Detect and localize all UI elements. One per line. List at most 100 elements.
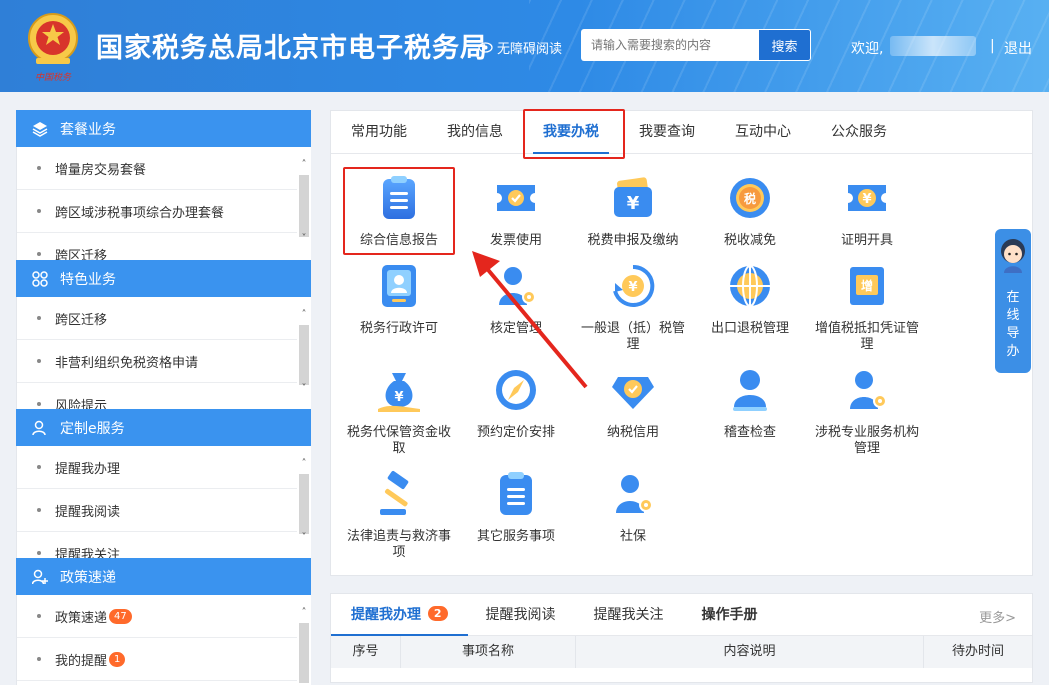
- service-professional-agency[interactable]: 涉税专业服务机构管理: [812, 365, 922, 457]
- tab-public-service[interactable]: 公众服务: [831, 111, 887, 153]
- scroll-down-icon[interactable]: ˅: [297, 233, 311, 245]
- section-title: 套餐业务: [60, 121, 116, 138]
- sidebar-section-custom-service[interactable]: 定制e服务: [16, 409, 311, 446]
- reminder-tabs: 提醒我办理 2 提醒我阅读 提醒我关注 操作手册 更多>: [331, 594, 1032, 636]
- logout-link[interactable]: 退出: [1004, 38, 1032, 58]
- service-general-refund[interactable]: ¥ 一般退（抵）税管理: [578, 261, 688, 353]
- service-advance-pricing[interactable]: 预约定价安排: [461, 365, 571, 441]
- more-link[interactable]: 更多>: [979, 607, 1016, 626]
- tab-query[interactable]: 我要查询: [639, 111, 695, 153]
- sidebar-item[interactable]: 非营利组织免税资格申请: [17, 340, 311, 383]
- svg-text:¥: ¥: [628, 280, 637, 295]
- service-other[interactable]: 其它服务事项: [461, 469, 571, 545]
- service-invoice-use[interactable]: 发票使用: [461, 173, 571, 249]
- sidebar-item[interactable]: 跨区迁移: [17, 233, 311, 260]
- service-legal-remedy[interactable]: 法律追责与救济事项: [344, 469, 454, 561]
- scrollbar-thumb[interactable]: [299, 623, 309, 683]
- sidebar-item[interactable]: 提醒我关注: [17, 532, 311, 558]
- sidebar-list-policy: 政策速递 47 我的提醒 1 ˄: [16, 595, 311, 685]
- yuan-wallet-icon: ¥: [614, 177, 652, 217]
- user-plus-icon: [32, 569, 48, 584]
- welcome-text: 欢迎,: [851, 41, 884, 57]
- tax-emblem-logo: 中国税务: [28, 13, 78, 83]
- column-header: 待办时间: [951, 644, 1004, 659]
- service-tax-credit[interactable]: 纳税信用: [578, 365, 688, 441]
- tab-handle-tax[interactable]: 我要办税: [533, 111, 609, 154]
- column-header: 内容说明: [576, 636, 924, 668]
- search-input[interactable]: [581, 29, 758, 61]
- tab-interaction-center[interactable]: 互动中心: [735, 111, 791, 153]
- sidebar-item[interactable]: 政策速递 47: [17, 595, 311, 638]
- service-comprehensive-info-report[interactable]: 综合信息报告: [344, 173, 454, 249]
- svg-text:税: 税: [744, 191, 756, 206]
- sidebar-item[interactable]: 增量房交易套餐: [17, 147, 311, 190]
- social-security-icon: [616, 475, 653, 513]
- tab-remind-follow[interactable]: 提醒我关注: [594, 594, 664, 635]
- grid-icon: [32, 270, 48, 287]
- online-guide-button[interactable]: 在 线 导 办: [995, 229, 1031, 373]
- username-redacted: [890, 36, 976, 56]
- service-inspection[interactable]: 稽查检查: [695, 365, 805, 441]
- tab-user-manual[interactable]: 操作手册: [702, 594, 758, 635]
- refund-cycle-icon: ¥: [613, 264, 655, 307]
- section-title: 特色业务: [60, 271, 116, 288]
- sidebar-section-featured[interactable]: 特色业务: [16, 260, 311, 297]
- scrollbar-thumb[interactable]: [299, 474, 309, 534]
- service-certificate-issue[interactable]: ¥ 证明开具: [812, 173, 922, 249]
- count-badge: 2: [427, 606, 448, 621]
- scrollbar[interactable]: ˄ ˅: [297, 446, 311, 558]
- person-icon: [733, 370, 767, 411]
- compass-icon: [496, 370, 536, 410]
- sidebar-item[interactable]: 风险提示: [17, 383, 311, 409]
- service-tax-reduction[interactable]: 税 税收减免: [695, 173, 805, 249]
- scrollbar-thumb[interactable]: [299, 325, 309, 385]
- sidebar-item[interactable]: 提醒我阅读: [17, 489, 311, 532]
- accessibility-reading-link[interactable]: 无障碍阅读: [478, 38, 562, 57]
- sidebar-section-policy[interactable]: 政策速递: [16, 558, 311, 595]
- tab-common-functions[interactable]: 常用功能: [351, 111, 407, 153]
- eye-icon: [478, 42, 493, 53]
- layers-icon: [32, 121, 48, 137]
- sidebar-list-package: 增量房交易套餐 跨区域涉税事项综合办理套餐 跨区迁移 ˄ ˅: [16, 147, 311, 260]
- sidebar-item[interactable]: 跨区域涉税事项综合办理套餐: [17, 190, 311, 233]
- column-header: 事项名称: [401, 636, 576, 668]
- scroll-up-icon[interactable]: ˄: [297, 458, 311, 470]
- service-tax-declaration-payment[interactable]: ¥ 税费申报及缴纳: [578, 173, 688, 249]
- scrollbar[interactable]: ˄ ˅: [297, 297, 311, 409]
- tab-remind-handle[interactable]: 提醒我办理 2: [331, 594, 467, 636]
- search-button[interactable]: 搜索: [758, 29, 811, 61]
- main-panel: 常用功能 我的信息 我要办税 我要查询 互动中心 公众服务 综合信息报告 发票使…: [330, 109, 1033, 576]
- tax-reduction-icon: 税: [730, 178, 770, 218]
- service-export-refund[interactable]: 出口退税管理: [695, 261, 805, 337]
- sidebar-item[interactable]: 提醒我办理: [17, 446, 311, 489]
- scroll-up-icon[interactable]: ˄: [297, 309, 311, 321]
- online-guide-label: 在 线 导 办: [1006, 290, 1020, 359]
- user-gear-icon: [499, 267, 536, 305]
- svg-text:中国税务: 中国税务: [35, 72, 72, 83]
- accessibility-label: 无障碍阅读: [497, 42, 563, 57]
- scrollbar-thumb[interactable]: [299, 175, 309, 237]
- scroll-down-icon[interactable]: ˅: [297, 532, 311, 544]
- tab-remind-read[interactable]: 提醒我阅读: [486, 594, 556, 635]
- scrollbar[interactable]: ˄: [297, 595, 311, 685]
- tab-my-info[interactable]: 我的信息: [447, 111, 503, 153]
- section-title: 政策速递: [60, 569, 116, 586]
- sidebar-item[interactable]: 我的提醒 1: [17, 638, 311, 681]
- gavel-icon: [380, 470, 409, 515]
- count-badge: 1: [109, 651, 126, 667]
- section-title: 定制e服务: [60, 420, 125, 437]
- service-admin-license[interactable]: 税务行政许可: [344, 261, 454, 337]
- count-badge: 47: [109, 608, 132, 624]
- service-social-security[interactable]: 社保: [578, 469, 688, 545]
- scrollbar[interactable]: ˄ ˅: [297, 147, 311, 260]
- sidebar-item[interactable]: 跨区迁移: [17, 297, 311, 340]
- scroll-up-icon[interactable]: ˄: [297, 159, 311, 171]
- scroll-up-icon[interactable]: ˄: [297, 607, 311, 619]
- sidebar-section-package[interactable]: 套餐业务: [16, 110, 311, 147]
- diamond-check-icon: [612, 377, 654, 409]
- scroll-down-icon[interactable]: ˅: [297, 383, 311, 395]
- service-vat-deduction[interactable]: 增 增值税抵扣凭证管理: [812, 261, 922, 353]
- site-title: 国家税务总局北京市电子税务局: [96, 33, 488, 64]
- service-custody-funds[interactable]: ¥ 税务代保管资金收取: [344, 365, 454, 457]
- service-assessment-management[interactable]: 核定管理: [461, 261, 571, 337]
